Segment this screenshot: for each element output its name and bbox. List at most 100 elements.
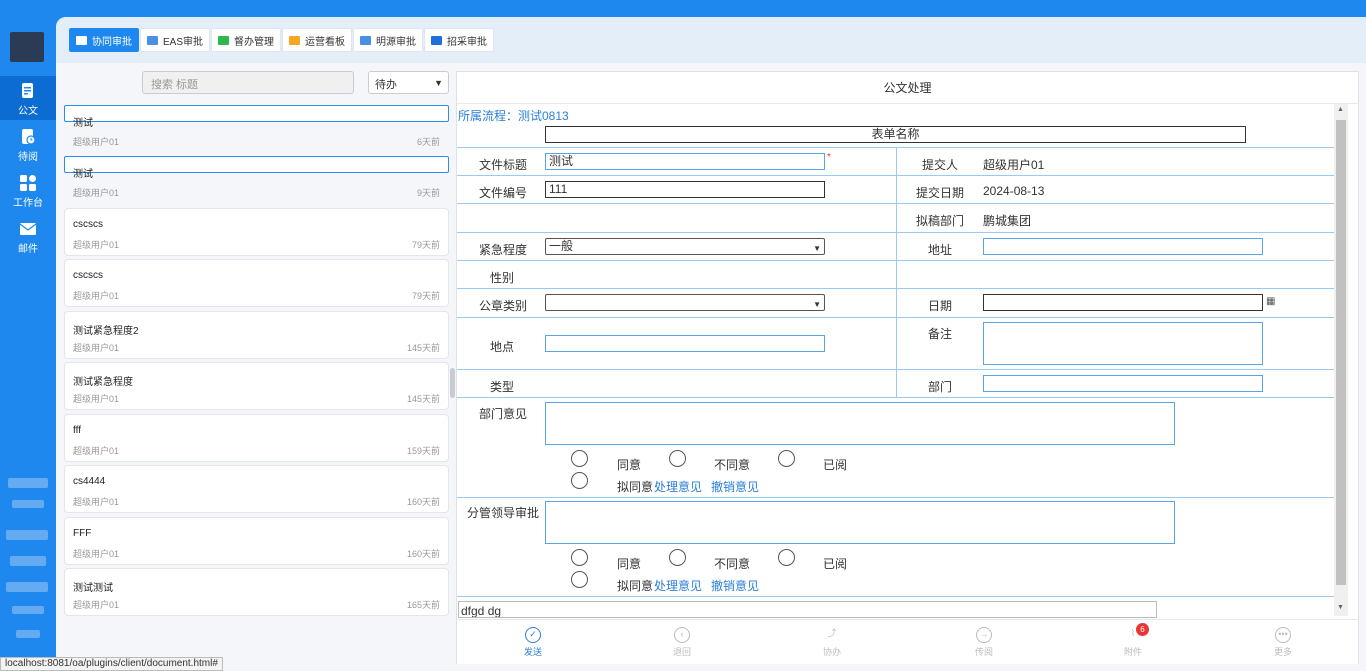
form-panel: 公文处理 所属流程：测试0813 表单名称 文件标题 测试 * 文件编号 111…	[456, 71, 1359, 664]
rail-label: 邮件	[18, 244, 38, 255]
blurred-item	[6, 582, 48, 592]
leader-approval-textarea[interactable]	[545, 501, 1175, 544]
agree-label: 同意	[617, 557, 642, 571]
left-rail: 公文 待阅 工作台 邮件	[0, 0, 56, 671]
read-radio[interactable]	[778, 450, 795, 467]
item-user: 超级用户01	[73, 394, 120, 404]
attachment-button[interactable]: ⌇ 附件 6	[1113, 623, 1153, 658]
remark-label: 备注	[928, 327, 953, 341]
note-textarea[interactable]: dfgd dg	[458, 601, 1157, 618]
handle-opinion-link[interactable]: 处理意见	[654, 577, 702, 594]
location-input[interactable]	[545, 335, 825, 352]
item-user: 超级用户01	[73, 137, 120, 147]
number-input[interactable]: 111	[545, 181, 825, 198]
tab-ops-board[interactable]: 运营看板	[282, 28, 352, 52]
assist-button[interactable]: ⤴ 协办	[812, 627, 852, 658]
calendar-icon[interactable]: ▦	[1266, 296, 1275, 307]
folder-icon	[431, 35, 442, 45]
action-bar: ✓ 发送 ‹ 退回 ⤴ 协办 → 传阅 ⌇ 附件 6 ••• 更多	[457, 619, 1358, 664]
status-filter-select[interactable]: 待办 ▼	[368, 71, 449, 94]
item-age: 6天前	[416, 137, 440, 147]
list-item[interactable]: cscscs 超级用户01 79天前	[64, 259, 449, 307]
proposed-radio[interactable]	[571, 571, 588, 588]
tab-eas-approval[interactable]: EAS审批	[140, 28, 211, 52]
tab-procurement-approval[interactable]: 招采审批	[424, 28, 494, 52]
address-input[interactable]	[983, 238, 1263, 255]
title-input[interactable]: 测试	[545, 153, 825, 170]
revoke-opinion-link[interactable]: 撤销意见	[711, 577, 759, 594]
tab-label: EAS审批	[163, 36, 204, 48]
list-item[interactable]: 测试 超级用户01 9天前	[64, 156, 449, 198]
scroll-up-icon[interactable]: ▲	[1337, 106, 1344, 113]
revoke-opinion-link[interactable]: 撤销意见	[711, 478, 759, 495]
item-age: 145天前	[406, 394, 440, 404]
list-item[interactable]: 测试 超级用户01 6天前	[64, 105, 449, 147]
rail-item-mail[interactable]: 邮件	[0, 214, 56, 258]
search-input[interactable]: 搜索 标题	[142, 71, 354, 94]
remark-textarea[interactable]	[983, 322, 1263, 365]
item-title: 测试紧急程度2	[73, 326, 139, 337]
department-input[interactable]	[983, 375, 1263, 392]
list-item[interactable]: FFF 超级用户01 160天前	[64, 517, 449, 565]
document-icon	[22, 83, 33, 98]
proposed-label: 拟同意	[617, 480, 654, 494]
grid-icon	[20, 175, 36, 191]
agree-radio[interactable]	[571, 450, 588, 467]
tab-mingyuan-approval[interactable]: 明源审批	[353, 28, 423, 52]
urgency-select[interactable]: 一般 ▼	[545, 238, 825, 255]
item-title: cscscs	[73, 219, 103, 230]
tab-label: 运营看板	[305, 36, 345, 48]
avatar[interactable]	[10, 32, 44, 62]
agree-radio[interactable]	[571, 549, 588, 566]
read-radio[interactable]	[778, 549, 795, 566]
form-header: 公文处理	[457, 72, 1358, 104]
date-input[interactable]	[983, 294, 1263, 311]
blurred-item	[10, 556, 46, 566]
item-title: 测试测试	[73, 583, 113, 594]
proposed-radio[interactable]	[571, 472, 588, 489]
return-button[interactable]: ‹ 退回	[662, 627, 702, 658]
assist-label: 协办	[822, 647, 841, 657]
leader-approval-label: 分管领导审批	[467, 506, 540, 520]
tab-collab-approval[interactable]: 协同审批	[69, 28, 139, 52]
rail-item-workbench[interactable]: 工作台	[0, 168, 56, 212]
rail-item-pending-read[interactable]: 待阅	[0, 122, 56, 166]
scroll-thumb[interactable]	[1336, 120, 1346, 585]
gender-label: 性别	[490, 271, 515, 285]
disagree-radio[interactable]	[669, 450, 686, 467]
tab-label: 明源审批	[376, 36, 416, 48]
return-label: 退回	[672, 647, 691, 657]
list-item[interactable]: cscscs 超级用户01 79天前	[64, 208, 449, 256]
draft-dept-label: 拟稿部门	[916, 214, 965, 228]
list-item[interactable]: cs4444 超级用户01 160天前	[64, 465, 449, 513]
list-item[interactable]: 测试紧急程度 超级用户01 145天前	[64, 362, 449, 410]
rail-label: 待阅	[18, 152, 38, 163]
tab-supervision[interactable]: 督办管理	[211, 28, 281, 52]
list-item[interactable]: 测试紧急程度2 超级用户01 145天前	[64, 311, 449, 359]
handle-opinion-link[interactable]: 处理意见	[654, 478, 702, 495]
panel-splitter-handle[interactable]	[450, 368, 455, 398]
item-user: 超级用户01	[73, 343, 120, 353]
monitor-icon	[360, 35, 371, 45]
disagree-label: 不同意	[714, 557, 751, 571]
seal-type-select[interactable]: ▼	[545, 294, 825, 311]
disagree-radio[interactable]	[669, 549, 686, 566]
item-title: FFF	[73, 528, 92, 539]
more-dots-icon: •••	[1275, 627, 1291, 643]
urgency-value: 一般	[549, 239, 574, 253]
item-user: 超级用户01	[73, 291, 120, 301]
share-icon: ⤴	[827, 628, 837, 638]
list-item[interactable]: fff 超级用户01 159天前	[64, 414, 449, 462]
item-age: 9天前	[416, 188, 440, 198]
list-item[interactable]: 测试测试 超级用户01 165天前	[64, 568, 449, 616]
scroll-down-icon[interactable]: ▼	[1337, 604, 1344, 611]
attachment-count-badge: 6	[1136, 623, 1149, 636]
form-scrollbar[interactable]: ▲ ▼	[1334, 104, 1348, 616]
chevron-down-icon: ▼	[813, 300, 821, 309]
dept-opinion-textarea[interactable]	[545, 402, 1175, 445]
send-button[interactable]: ✓ 发送	[513, 627, 553, 658]
rail-item-document[interactable]: 公文	[0, 76, 56, 120]
more-button[interactable]: ••• 更多	[1263, 627, 1303, 658]
circulate-button[interactable]: → 传阅	[964, 627, 1004, 658]
location-label: 地点	[490, 340, 515, 354]
